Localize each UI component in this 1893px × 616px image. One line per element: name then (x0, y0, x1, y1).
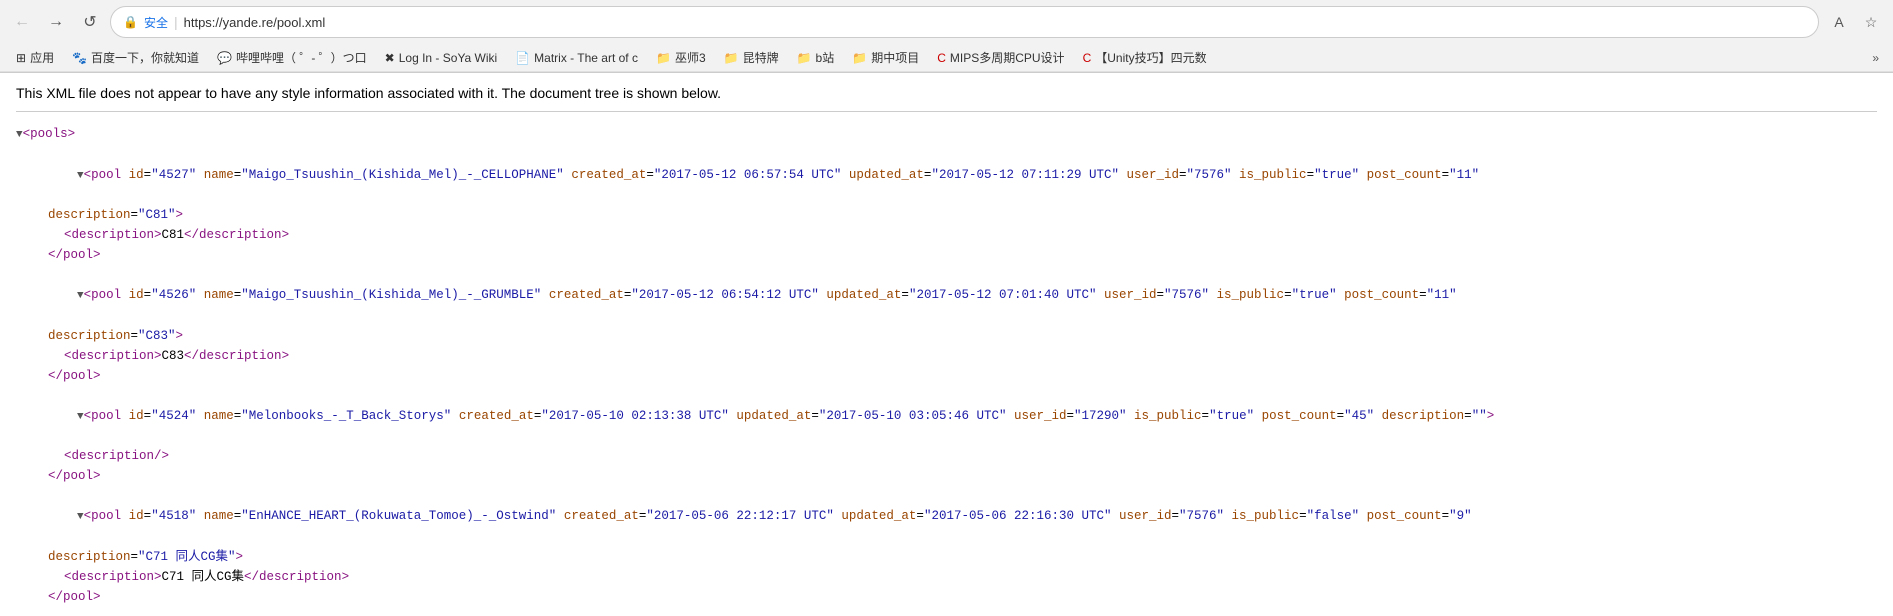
wushi3-icon: 📁 (656, 51, 671, 65)
nav-right-icons: A ☆ (1825, 8, 1885, 36)
pool3-close-line: </pool> (16, 466, 1877, 486)
pool4-desc-attr-line: description="C71 同人CG集"> (16, 547, 1877, 567)
bookmark-matrix[interactable]: 📄 Matrix - The art of c (507, 48, 646, 68)
apps-icon: ⊞ (16, 51, 26, 65)
lock-icon: 🔒 (123, 15, 138, 29)
bookmark-midterm-label: 期中项目 (871, 49, 919, 66)
translate-button[interactable]: A (1825, 8, 1853, 36)
pool1-close-line: </pool> (16, 245, 1877, 265)
page-content: This XML file does not appear to have an… (0, 73, 1893, 616)
address-separator: | (174, 14, 178, 30)
bookmark-apps[interactable]: ⊞ 应用 (8, 46, 62, 69)
bookmark-kuntepai-label: 昆特牌 (743, 49, 779, 66)
bookmark-unity-label: 【Unity技巧】四元数 (1095, 49, 1206, 66)
pool1-triangle[interactable]: ▼ (77, 170, 84, 182)
bookmark-soya[interactable]: ✖ Log In - SoYa Wiki (377, 48, 506, 68)
bookmark-soya-label: Log In - SoYa Wiki (399, 51, 497, 65)
pool2-open-line: ▼<pool id="4526" name="Maigo_Tsuushin_(K… (16, 265, 1877, 326)
bookmark-bzhan[interactable]: 📁 b站 (789, 46, 843, 69)
pool1-desc-line: <description>C81</description> (16, 225, 1877, 245)
bookmark-unity[interactable]: C 【Unity技巧】四元数 (1075, 46, 1215, 69)
bookmark-wushi3-label: 巫师3 (675, 49, 706, 66)
midterm-icon: 📁 (852, 51, 867, 65)
star-icon: ☆ (1865, 14, 1878, 31)
xml-notice: This XML file does not appear to have an… (16, 85, 1877, 112)
pool4-triangle[interactable]: ▼ (77, 511, 84, 523)
bookmarks-bar: ⊞ 应用 🐾 百度一下，你就知道 💬 哔哩哔哩（ ゜- ゜）つ口 ✖ Log I… (0, 44, 1893, 72)
matrix-icon: 📄 (515, 51, 530, 65)
soya-icon: ✖ (385, 51, 395, 65)
bookmark-kuntepai[interactable]: 📁 昆特牌 (716, 46, 787, 69)
bookmark-star-button[interactable]: ☆ (1857, 8, 1885, 36)
bookmark-baidu-label: 百度一下，你就知道 (91, 49, 199, 66)
bookmark-bilibili-label: 哔哩哔哩（ ゜- ゜）つ口 (236, 49, 367, 66)
nav-bar: ← → ↺ 🔒 安全 | https://yande.re/pool.xml A… (0, 0, 1893, 44)
pool4-open-line: ▼<pool id="4518" name="EnHANCE_HEART_(Ro… (16, 486, 1877, 547)
pool4-close-line: </pool> (16, 587, 1877, 607)
translate-icon: A (1834, 14, 1843, 30)
bookmark-apps-label: 应用 (30, 49, 54, 66)
bookmark-mips[interactable]: C MIPS多周期CPU设计 (929, 46, 1072, 69)
bookmark-wushi3[interactable]: 📁 巫师3 (648, 46, 714, 69)
pool2-close-line: </pool> (16, 366, 1877, 386)
pools-root-line: ▼<pools> (16, 124, 1877, 145)
bookmark-matrix-label: Matrix - The art of c (534, 51, 638, 65)
back-button[interactable]: ← (8, 8, 36, 36)
browser-chrome: ← → ↺ 🔒 安全 | https://yande.re/pool.xml A… (0, 0, 1893, 73)
bookmark-baidu[interactable]: 🐾 百度一下，你就知道 (64, 46, 207, 69)
mips-icon: C (937, 51, 946, 65)
reload-button[interactable]: ↺ (76, 8, 104, 36)
pool4-desc-line: <description>C71 同人CG集</description> (16, 567, 1877, 587)
pool2-desc-attr-line: description="C83"> (16, 326, 1877, 346)
pool2-triangle[interactable]: ▼ (77, 290, 84, 302)
pool2-desc-line: <description>C83</description> (16, 346, 1877, 366)
bzhan-icon: 📁 (797, 51, 812, 65)
baidu-icon: 🐾 (72, 51, 87, 65)
bookmark-bzhan-label: b站 (816, 49, 835, 66)
pool3-triangle[interactable]: ▼ (77, 411, 84, 423)
bilibili-icon: 💬 (217, 51, 232, 65)
xml-tree: ▼<pools> ▼<pool id="4527" name="Maigo_Ts… (16, 124, 1877, 607)
secure-label: 安全 (144, 14, 168, 31)
bookmark-bilibili[interactable]: 💬 哔哩哔哩（ ゜- ゜）つ口 (209, 46, 375, 69)
url-text: https://yande.re/pool.xml (184, 15, 1806, 30)
forward-button[interactable]: → (42, 8, 70, 36)
pool3-open-line: ▼<pool id="4524" name="Melonbooks_-_T_Ba… (16, 386, 1877, 447)
pool1-desc-attr-line: description="C81"> (16, 205, 1877, 225)
bookmark-mips-label: MIPS多周期CPU设计 (950, 49, 1065, 66)
pool1-open-line: ▼<pool id="4527" name="Maigo_Tsuushin_(K… (16, 145, 1877, 206)
unity-icon: C (1083, 51, 1092, 65)
bookmark-midterm[interactable]: 📁 期中项目 (844, 46, 927, 69)
pool3-desc-self-line: <description/> (16, 446, 1877, 466)
address-bar[interactable]: 🔒 安全 | https://yande.re/pool.xml (110, 6, 1819, 38)
kuntepai-icon: 📁 (724, 51, 739, 65)
pools-triangle[interactable]: ▼ (16, 129, 23, 141)
bookmarks-more-button[interactable]: » (1866, 48, 1885, 68)
